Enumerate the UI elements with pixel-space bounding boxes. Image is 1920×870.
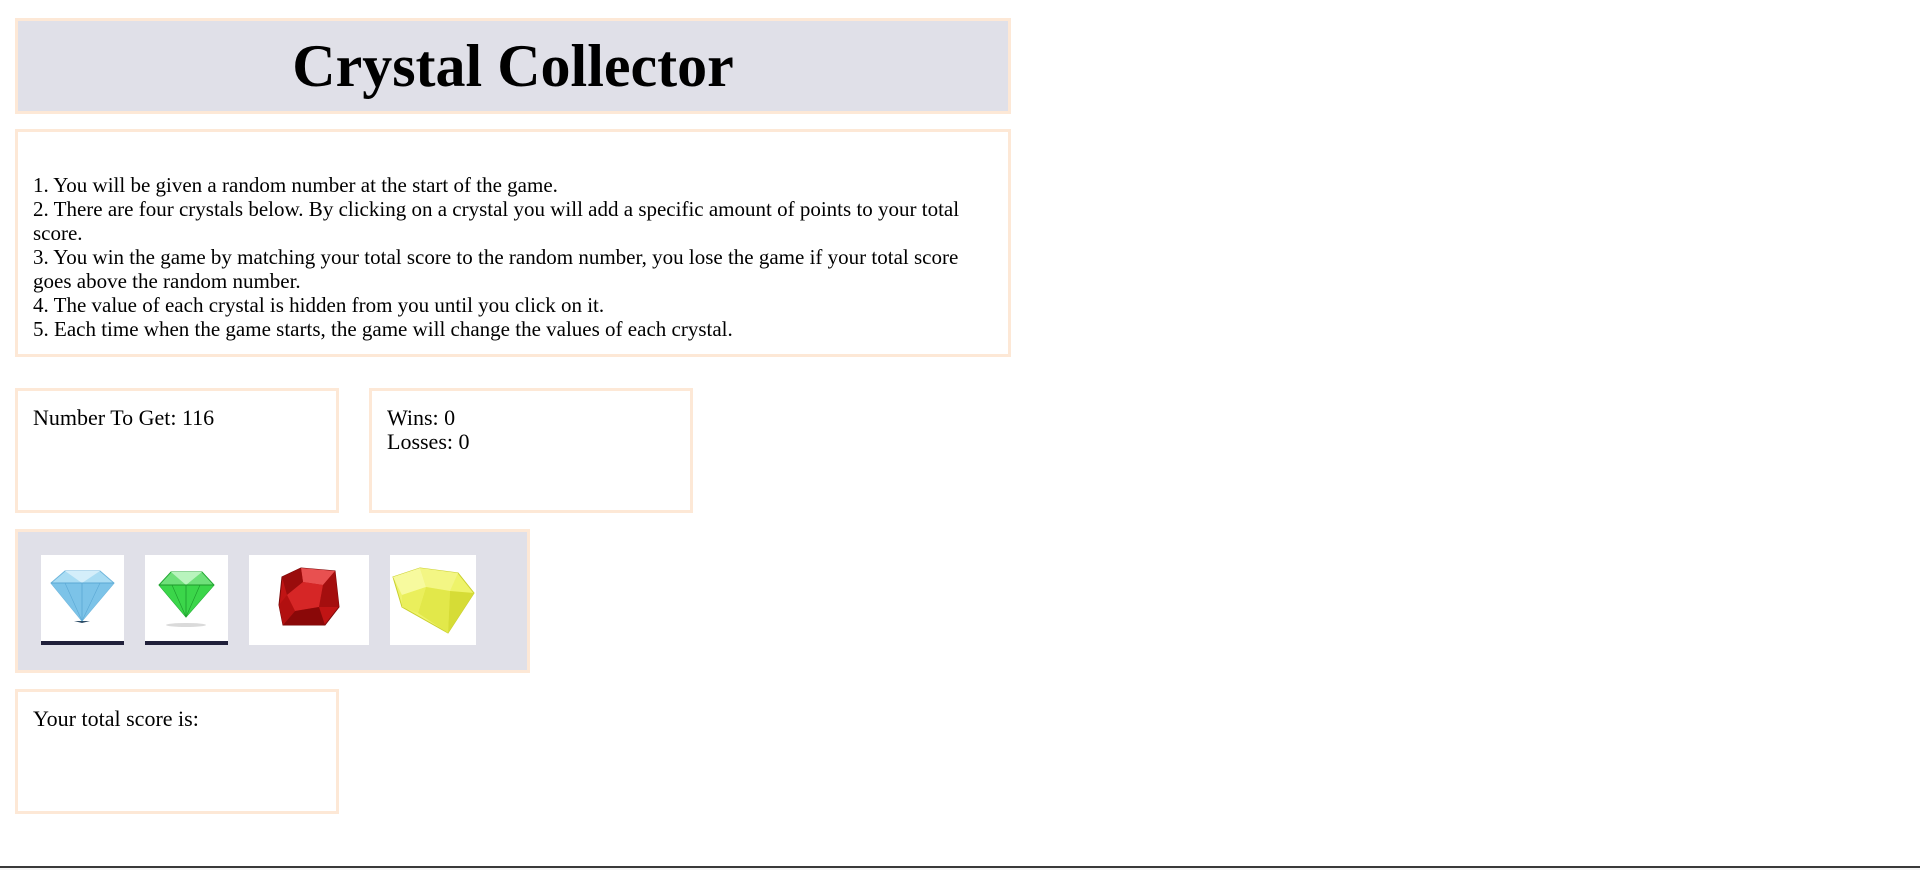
rule-item: 1. You will be given a random number at … <box>33 173 558 197</box>
image-caption-strip <box>41 641 124 645</box>
rule-item: 3. You win the game by matching your tot… <box>33 245 959 293</box>
crystal-button-yellow[interactable] <box>390 555 476 645</box>
crystal-button-red[interactable] <box>249 555 369 645</box>
losses-count: 0 <box>458 429 470 454</box>
instructions-panel: 1. You will be given a random number at … <box>15 129 1011 357</box>
wins-label: Wins: <box>387 405 439 430</box>
game-page: Crystal Collector 1. You will be given a… <box>0 0 1920 870</box>
crystals-panel <box>15 529 530 673</box>
rule-item: 4. The value of each crystal is hidden f… <box>33 293 605 317</box>
crystal-button-blue[interactable] <box>41 555 124 645</box>
losses-line: Losses: 0 <box>387 430 690 454</box>
scrollbar-thumb[interactable] <box>0 866 1920 868</box>
wins-line: Wins: 0 <box>387 406 690 430</box>
rule-item: 5. Each time when the game starts, the g… <box>33 317 733 341</box>
yellow-gem-icon <box>392 567 475 634</box>
losses-label: Losses: <box>387 429 453 454</box>
total-score-label: Your total score is: <box>33 706 199 731</box>
blue-diamond-icon <box>50 570 115 623</box>
rule-item: 2. There are four crystals below. By cli… <box>33 197 960 245</box>
header-panel: Crystal Collector <box>15 18 1011 114</box>
page-title: Crystal Collector <box>292 33 734 99</box>
total-score-panel: Your total score is: <box>15 689 339 814</box>
target-value: 116 <box>181 405 215 430</box>
target-label: Number To Get: <box>33 405 177 430</box>
green-emerald-icon <box>158 571 215 627</box>
red-ruby-icon <box>278 567 340 626</box>
target-number-panel: Number To Get: 116 <box>15 388 339 513</box>
image-caption-strip <box>145 641 228 645</box>
win-loss-panel: Wins: 0 Losses: 0 <box>369 388 693 513</box>
wins-count: 0 <box>444 405 456 430</box>
crystal-button-green[interactable] <box>145 555 228 645</box>
